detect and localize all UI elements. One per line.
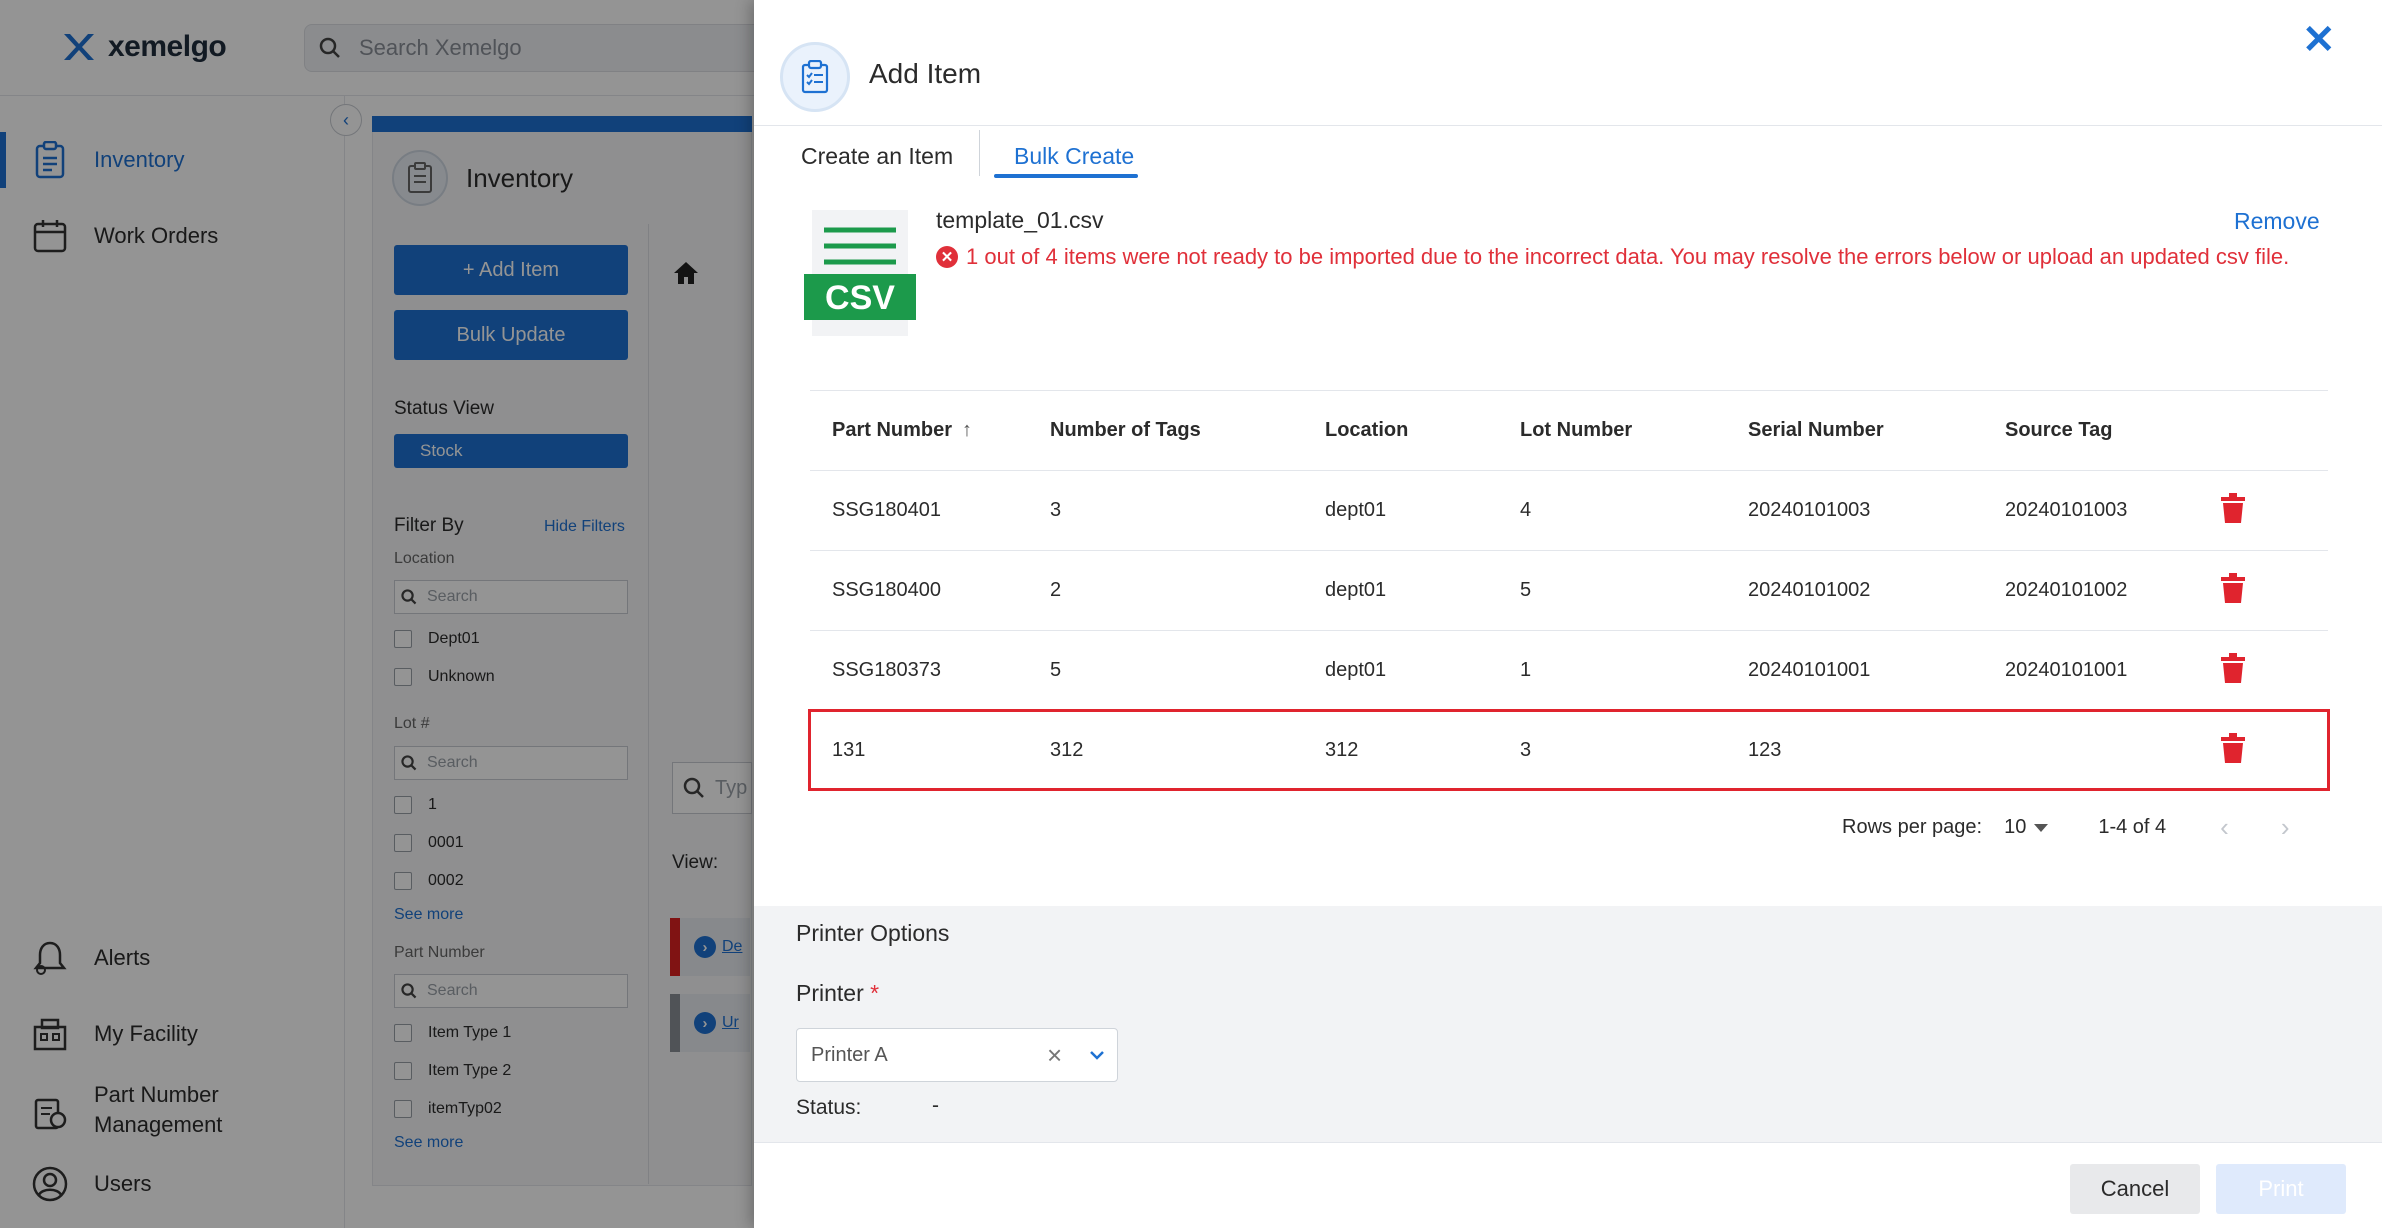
table-cell: 312 [1325,710,1520,791]
import-error-message: ✕ 1 out of 4 items were not ready to be … [936,244,2289,270]
table-cell: 3 [1050,470,1325,551]
table-cell: SSG180400 [810,550,1050,631]
clear-selection-icon[interactable]: × [1047,1042,1062,1068]
csv-icon-label: CSV [825,279,895,317]
table-cell: 1 [1520,630,1748,711]
table-cell: SSG180373 [810,630,1050,711]
delete-row-icon[interactable] [2220,572,2246,603]
column-header-location: Location [1325,390,1520,471]
table-cell-actions [2220,550,2328,631]
table-cell: SSG180401 [810,470,1050,551]
print-button[interactable]: Print [2216,1164,2346,1214]
column-header-source-tag: Source Tag [2005,390,2220,471]
rows-per-page-label: Rows per page: [1842,816,1983,838]
cancel-button[interactable]: Cancel [2070,1164,2200,1214]
remove-file-link[interactable]: Remove [2234,208,2320,235]
csv-file-icon: CSV [804,210,916,336]
rows-per-page-value: 10 [2004,816,2027,838]
table-cell: 20240101001 [2005,630,2220,711]
table-cell: 4 [1520,470,1748,551]
error-icon: ✕ [936,246,958,268]
table-header-row: Part Number ↑ Number of Tags Location Lot… [810,390,2328,471]
tab-divider [979,130,980,176]
column-header-serial-number: Serial Number [1748,390,2005,471]
printer-selected-value: Printer A [811,1043,888,1066]
table-cell [2005,710,2220,791]
printer-field-label: Printer * [796,980,880,1006]
printer-select[interactable]: Printer A × [796,1028,1118,1082]
column-header-part-number[interactable]: Part Number ↑ [810,390,1050,471]
table-cell: dept01 [1325,550,1520,631]
previous-page-button[interactable]: ‹ [2220,812,2229,843]
caret-down-icon [2034,823,2049,832]
column-header-actions [2220,390,2328,471]
uploaded-file-name: template_01.csv [936,207,1104,233]
error-text: 1 out of 4 items were not ready to be im… [966,244,2290,269]
printer-status-value: - [932,1094,939,1117]
table-cell: 20240101002 [2005,550,2220,631]
table-cell: 20240101001 [1748,630,2005,711]
delete-row-icon[interactable] [2220,732,2246,763]
bulk-items-table: Part Number ↑ Number of Tags Location Lot… [810,390,2328,791]
table-cell: 5 [1520,550,1748,631]
table-cell: 2 [1050,550,1325,631]
table-cell: 20240101002 [1748,550,2005,631]
table-cell: 123 [1748,710,2005,791]
table-cell-actions [2220,710,2328,791]
modal-title: Add Item [869,58,982,89]
table-row: SSG180373 5 dept01 1 20240101001 20240101001 [810,630,2328,711]
table-cell: dept01 [1325,630,1520,711]
tab-bulk-create[interactable]: Bulk Create [1004,132,1144,180]
table-cell: dept01 [1325,470,1520,551]
add-item-modal: Add Item ✕ Create an Item Bulk Create CS… [754,0,2382,1228]
table-pagination: Rows per page: 10 1-4 of 4 ‹ › [1842,812,2290,843]
table-row-error: 131 312 312 3 123 [810,710,2328,791]
chevron-down-icon[interactable] [1089,1043,1105,1066]
printer-options-section [754,906,2382,1142]
modal-header [754,0,2382,126]
next-page-button[interactable]: › [2281,812,2290,843]
delete-row-icon[interactable] [2220,492,2246,523]
table-cell-actions [2220,470,2328,551]
table-row: SSG180400 2 dept01 5 20240101002 20240101002 [810,550,2328,631]
column-header-lot-number: Lot Number [1520,390,1748,471]
rows-per-page-select[interactable]: 10 [2004,816,2049,839]
table-cell: 3 [1520,710,1748,791]
clipboard-icon [780,42,850,112]
active-tab-indicator [994,174,1138,178]
table-cell: 312 [1050,710,1325,791]
table-row: SSG180401 3 dept01 4 20240101003 20240101003 [810,470,2328,551]
close-icon[interactable]: ✕ [2302,20,2336,60]
table-cell: 131 [810,710,1050,791]
table-cell-actions [2220,630,2328,711]
table-cell: 20240101003 [1748,470,2005,551]
pagination-range: 1-4 of 4 [2098,816,2167,838]
column-header-number-of-tags: Number of Tags [1050,390,1325,471]
printer-options-title: Printer Options [796,920,950,946]
printer-status-label: Status: [796,1096,862,1119]
tab-create-an-item[interactable]: Create an Item [801,132,953,180]
delete-row-icon[interactable] [2220,652,2246,683]
table-cell: 20240101003 [2005,470,2220,551]
table-cell: 5 [1050,630,1325,711]
sort-ascending-icon[interactable]: ↑ [962,419,972,441]
required-indicator: * [870,980,880,1006]
